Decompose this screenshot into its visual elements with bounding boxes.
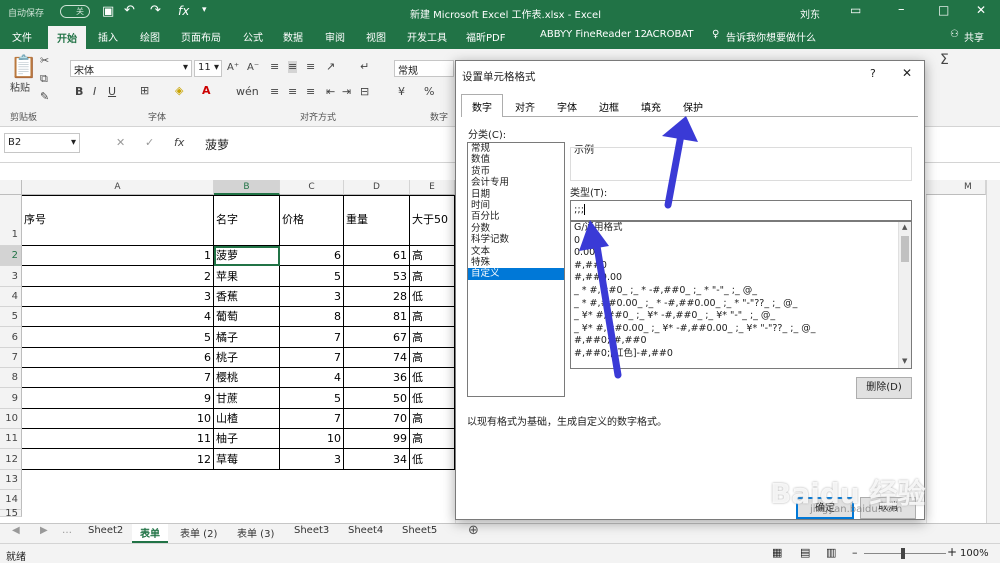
watermark-url: jingyan.baidu.com [810, 504, 903, 515]
dialog-tab-number[interactable]: 数字 [461, 94, 503, 117]
arrow-to-type-input [579, 220, 622, 379]
arrow-to-protection-tab [662, 116, 698, 209]
